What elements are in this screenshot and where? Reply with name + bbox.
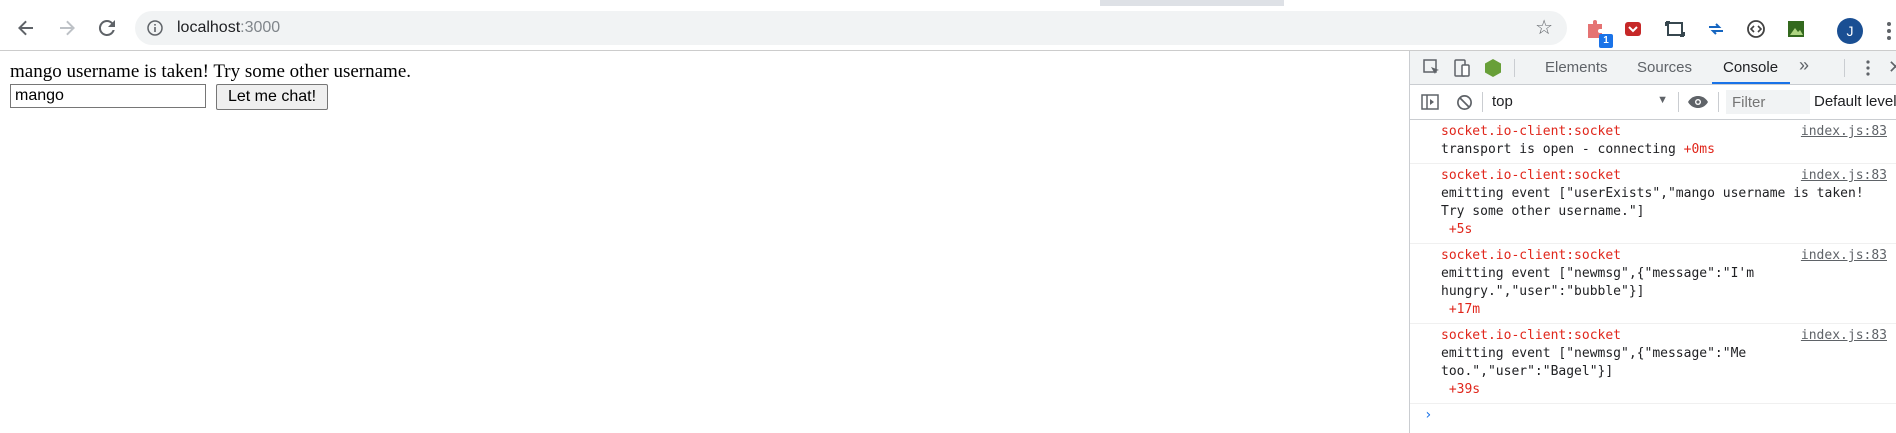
star-icon[interactable]: ☆ <box>1535 18 1553 38</box>
close-icon[interactable]: ✕ <box>1888 57 1896 78</box>
context-select[interactable]: top ▼ <box>1492 93 1668 111</box>
filter-bar-divider <box>1718 92 1719 112</box>
more-tabs-button[interactable]: » <box>1799 55 1809 76</box>
log-delta: +17m <box>1448 302 1481 317</box>
devtools-panel: Elements Sources Console » ✕ top ▼ Defau… <box>1409 51 1896 433</box>
arrow-left-icon <box>18 20 33 36</box>
three-dots-vertical-icon[interactable] <box>1884 19 1894 43</box>
let-me-chat-button[interactable]: Let me chat! <box>216 84 328 110</box>
log-delta: +39s <box>1448 382 1481 397</box>
url-text: localhost:3000 <box>177 19 280 37</box>
log-delta: +0ms <box>1683 142 1715 157</box>
filter-bar-divider <box>1678 92 1679 112</box>
toolbar-divider <box>1844 59 1845 77</box>
source-link[interactable]: index.js:83 <box>1801 247 1887 265</box>
eye-icon[interactable] <box>1687 95 1709 109</box>
code-circle-icon <box>1747 20 1765 38</box>
extension-button-5[interactable] <box>1744 17 1768 41</box>
log-text: emitting event ["newmsg",{"message":"Me … <box>1441 346 1747 379</box>
extension-badge: 1 <box>1599 34 1613 48</box>
filter-bar-divider <box>1482 92 1483 112</box>
inspect-element-icon[interactable] <box>1422 58 1442 78</box>
source-link[interactable]: index.js:83 <box>1801 123 1887 141</box>
console-message: index.js:83 socket.io-client:socket tran… <box>1410 120 1896 164</box>
extension-button-4[interactable] <box>1704 17 1728 41</box>
info-circle-icon[interactable] <box>147 20 163 36</box>
sidebar-toggle-icon[interactable] <box>1420 93 1440 111</box>
devtools-tab-bar: Elements Sources Console » ✕ <box>1410 51 1896 85</box>
devtools-menu-icon[interactable] <box>1865 59 1871 77</box>
url-port: :3000 <box>240 19 281 36</box>
url-host: localhost <box>177 19 241 36</box>
tab-elements[interactable]: Elements <box>1545 59 1608 76</box>
log-text: emitting event ["newmsg",{"message":"I'm… <box>1441 266 1755 299</box>
log-text: transport is open - connecting <box>1441 142 1676 157</box>
dropdown-arrow-icon: ▼ <box>1657 94 1668 106</box>
pocket-icon <box>1625 22 1641 36</box>
log-level-select[interactable]: Default level: <box>1814 93 1896 110</box>
forward-button[interactable] <box>53 14 81 42</box>
console-message: index.js:83 socket.io-client:socket emit… <box>1410 324 1896 404</box>
chevron-right-icon: › <box>1424 407 1433 423</box>
extension-button-6[interactable] <box>1784 17 1808 41</box>
extension-button-3[interactable] <box>1663 17 1687 41</box>
reload-button[interactable] <box>93 14 121 42</box>
console-prompt-row[interactable]: › <box>1410 404 1896 428</box>
console-filter-bar: top ▼ Default level: <box>1410 85 1896 120</box>
tab-sources[interactable]: Sources <box>1637 59 1692 76</box>
console-message: index.js:83 socket.io-client:socket emit… <box>1410 244 1896 324</box>
console-filter-input[interactable] <box>1726 90 1810 114</box>
image-extension-icon <box>1788 21 1804 37</box>
console-message: index.js:83 socket.io-client:socket emit… <box>1410 164 1896 244</box>
clear-console-icon[interactable] <box>1456 94 1473 111</box>
toolbar-divider <box>1514 59 1515 77</box>
console-output: index.js:83 socket.io-client:socket tran… <box>1410 120 1896 433</box>
profile-avatar[interactable]: J <box>1837 18 1863 44</box>
device-toolbar-icon[interactable] <box>1452 58 1472 78</box>
username-taken-message: mango username is taken! Try some other … <box>10 61 412 82</box>
source-link[interactable]: index.js:83 <box>1801 327 1887 345</box>
context-value: top <box>1492 93 1513 110</box>
back-button[interactable] <box>12 14 40 42</box>
node-hexagon-icon[interactable] <box>1483 58 1503 78</box>
page-viewport: mango username is taken! Try some other … <box>0 51 1409 433</box>
arrow-right-icon <box>60 20 75 36</box>
source-link[interactable]: index.js:83 <box>1801 167 1887 185</box>
tab-console[interactable]: Console <box>1723 59 1778 76</box>
log-text: emitting event ["userExists","mango user… <box>1441 186 1864 219</box>
extension-button-2[interactable] <box>1621 17 1645 41</box>
browser-toolbar: localhost:3000 ☆ 1 J <box>0 6 1896 51</box>
address-bar[interactable]: localhost:3000 ☆ <box>135 11 1567 45</box>
active-tab-indicator <box>1712 82 1790 84</box>
swap-arrows-icon <box>1709 23 1723 35</box>
username-input[interactable] <box>10 84 206 108</box>
reload-icon <box>98 19 115 36</box>
log-delta: +5s <box>1448 222 1473 237</box>
screenshot-frame-icon <box>1665 21 1685 37</box>
